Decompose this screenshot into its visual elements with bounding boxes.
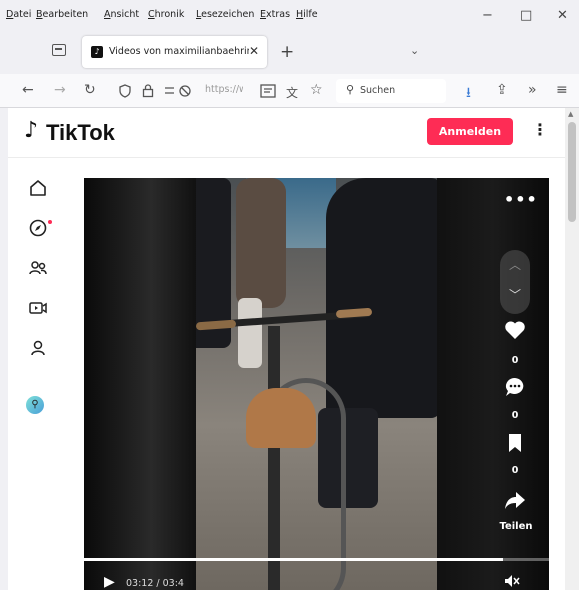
video-more-icon[interactable]: ••• xyxy=(504,190,538,209)
bookmark-star-icon[interactable]: ☆ xyxy=(310,82,323,98)
share-label: Teilen xyxy=(499,521,533,532)
page-scrollbar[interactable]: ▲ xyxy=(565,108,579,590)
back-button[interactable]: ← xyxy=(22,82,34,98)
scroll-thumb[interactable] xyxy=(568,122,576,222)
video-scene-pedestrian-legs xyxy=(238,298,262,368)
reader-view-icon[interactable] xyxy=(260,84,276,98)
tiktok-logo-icon[interactable]: ♪ xyxy=(24,118,38,143)
forward-button[interactable]: → xyxy=(54,82,66,98)
home-icon[interactable] xyxy=(26,178,50,202)
like-icon[interactable] xyxy=(502,320,528,345)
play-icon[interactable]: ▶ xyxy=(104,574,115,590)
video-frame[interactable] xyxy=(196,178,437,590)
menu-datei[interactable]: Datei xyxy=(6,9,31,20)
extensions-icon[interactable]: ⇪ xyxy=(496,82,508,98)
scroll-up-icon[interactable]: ▲ xyxy=(568,110,573,118)
overflow-icon[interactable]: » xyxy=(528,82,537,98)
tab-active[interactable]: ♪ Videos von maximilianbaehring ✕ xyxy=(82,36,267,68)
video-scene-pedestrian xyxy=(236,178,286,308)
like-count: 0 xyxy=(511,355,519,366)
video-player[interactable]: ••• ︿ ﹀ 0 0 0 Teilen ▶ 03:12 / 03:4 xyxy=(84,178,549,590)
lock-icon[interactable] xyxy=(142,83,154,98)
menu-hilfe[interactable]: Hilfe xyxy=(296,9,318,20)
permissions-icon[interactable] xyxy=(164,84,194,98)
comment-count: 0 xyxy=(511,410,519,421)
explore-notification-dot xyxy=(48,220,52,224)
minimize-button[interactable]: − xyxy=(482,8,493,23)
menu-bearbeiten[interactable]: Bearbeiten xyxy=(36,9,88,20)
menu-ansicht[interactable]: Ansicht xyxy=(104,9,139,20)
menu-bar: Datei Bearbeiten Ansicht Chronik Lesezei… xyxy=(0,0,579,30)
mute-icon[interactable] xyxy=(504,574,520,590)
video-scene-officer-right xyxy=(326,178,437,418)
navigation-bar: ← → ↻ https://ww 文 ☆ ⚲ Suchen ⭳ ⇪ » ≡ xyxy=(0,74,579,108)
menu-extras[interactable]: Extras xyxy=(260,9,290,20)
next-video-icon[interactable]: ﹀ xyxy=(509,286,521,303)
profile-icon[interactable] xyxy=(26,338,50,362)
video-time: 03:12 / 03:4 xyxy=(126,578,184,589)
video-scene-bike-frame xyxy=(268,326,280,590)
search-input[interactable]: Suchen xyxy=(360,85,395,96)
share-icon[interactable] xyxy=(502,490,528,515)
login-button[interactable]: Anmelden xyxy=(427,118,513,145)
tab-list-dropdown-icon[interactable]: ⌄ xyxy=(410,44,419,57)
explore-icon[interactable] xyxy=(26,218,52,242)
reload-button[interactable]: ↻ xyxy=(84,82,96,98)
maximize-button[interactable]: □ xyxy=(520,8,532,23)
download-icon[interactable]: ⭳ xyxy=(466,82,471,106)
save-count: 0 xyxy=(511,465,519,476)
tiktok-header: ♪ TikTok Anmelden ⋮ xyxy=(8,108,565,158)
more-options-icon[interactable]: ⋮ xyxy=(532,120,548,139)
translate-icon[interactable]: 文 xyxy=(286,84,298,101)
video-progress-fill xyxy=(84,558,503,561)
url-field[interactable]: https://ww xyxy=(205,84,243,95)
menu-lesezeichen[interactable]: Lesezeichen xyxy=(196,9,254,20)
video-progress-bar[interactable] xyxy=(84,558,549,561)
tab-title: Videos von maximilianbaehring xyxy=(109,46,249,57)
previous-video-icon[interactable]: ︿ xyxy=(509,256,521,273)
menu-icon[interactable]: ≡ xyxy=(556,82,568,98)
tab-bar: ♪ Videos von maximilianbaehring ✕ + ⌄ xyxy=(0,30,579,74)
bookmark-icon[interactable] xyxy=(502,433,528,458)
tab-close-icon[interactable]: ✕ xyxy=(249,44,259,58)
video-scene-saddle xyxy=(246,388,316,448)
following-icon[interactable] xyxy=(26,258,50,282)
tiktok-favicon-icon: ♪ xyxy=(91,46,103,58)
video-blur-left xyxy=(84,178,196,590)
video-nav-pill: ︿ ﹀ xyxy=(500,250,530,314)
avatar[interactable]: ⚲ xyxy=(26,396,44,414)
search-box[interactable]: ⚲ Suchen xyxy=(336,79,446,103)
live-icon[interactable] xyxy=(26,298,50,322)
comment-icon[interactable] xyxy=(502,376,528,403)
close-window-button[interactable]: ✕ xyxy=(557,8,568,23)
new-tab-button[interactable]: + xyxy=(280,42,294,62)
menu-chronik[interactable]: Chronik xyxy=(148,9,184,20)
tab-list-icon[interactable] xyxy=(52,44,66,56)
shield-icon[interactable] xyxy=(118,84,132,98)
search-icon: ⚲ xyxy=(346,83,355,96)
tiktok-logo-text[interactable]: TikTok xyxy=(46,120,115,146)
